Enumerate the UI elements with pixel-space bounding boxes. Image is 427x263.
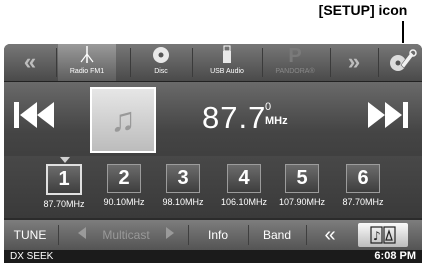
source-usb-label: USB Audio	[210, 68, 244, 75]
source-pandora-button[interactable]: P PANDORA®	[266, 44, 324, 81]
band-button[interactable]: Band	[250, 220, 304, 250]
preset-frequency: 87.70MHz	[43, 199, 85, 209]
source-usb-button[interactable]: USB Audio	[198, 44, 256, 81]
setup-button[interactable]	[380, 44, 422, 81]
preset-number: 2	[107, 164, 141, 193]
source-disc-button[interactable]: Disc	[132, 44, 190, 81]
info-button[interactable]: Info	[190, 220, 246, 250]
seek-previous-button[interactable]	[10, 98, 58, 132]
frequency-unit: MHz	[265, 115, 288, 127]
divider	[58, 225, 59, 245]
source-scroll-right-button[interactable]: »	[334, 44, 374, 81]
preset-2-button[interactable]: 2 90.10MHz	[98, 164, 150, 207]
pandora-icon: P	[288, 45, 302, 67]
multicast-next-icon[interactable]	[160, 220, 180, 250]
source-scroll-left-button[interactable]: «	[10, 44, 50, 81]
divider	[188, 225, 189, 245]
source-radio-button[interactable]: Radio FM1	[58, 44, 116, 81]
preset-4-button[interactable]: 4 106.10MHz	[218, 164, 270, 207]
disc-icon	[132, 44, 190, 66]
music-mode-icon: ♪	[370, 226, 396, 244]
source-radio-label: Radio FM1	[69, 68, 105, 75]
preset-frequency: 106.10MHz	[220, 197, 268, 207]
back-button[interactable]: «	[308, 220, 352, 250]
seek-next-button[interactable]	[364, 98, 412, 132]
preset-frequency: 90.10MHz	[103, 197, 145, 207]
clock-display: 6:08 PM	[374, 250, 416, 262]
head-unit-screen: « Radio FM1 Disc USB Audio P PANDORA® » …	[4, 44, 422, 263]
preset-frequency: 98.10MHz	[162, 197, 204, 207]
preset-number: 1	[46, 164, 82, 195]
source-disc-label: Disc	[154, 68, 168, 75]
skip-previous-icon	[14, 102, 54, 128]
album-art-placeholder: ♫	[90, 87, 156, 153]
frequency-subchannel: 0	[265, 101, 272, 113]
source-bar: « Radio FM1 Disc USB Audio P PANDORA® »	[4, 44, 422, 82]
preset-6-button[interactable]: 6 87.70MHz	[337, 164, 389, 207]
divider	[248, 225, 249, 245]
divider	[262, 48, 263, 77]
skip-next-icon	[368, 102, 408, 128]
tune-button[interactable]: TUNE	[4, 220, 56, 250]
preset-1-button[interactable]: 1 87.70MHz	[38, 164, 90, 209]
preset-number: 5	[285, 164, 319, 193]
preset-number: 6	[346, 164, 380, 193]
multicast-label: Multicast	[102, 228, 150, 242]
divider	[378, 48, 379, 77]
setup-icon-callout: [SETUP] icon	[318, 2, 408, 18]
preset-number: 3	[166, 164, 200, 193]
setup-wrench-disc-icon	[390, 49, 417, 71]
divider	[56, 48, 57, 77]
svg-text:♪: ♪	[373, 229, 381, 243]
function-button-bar: TUNE Multicast Info Band « ♪	[4, 220, 422, 250]
active-preset-indicator	[60, 157, 70, 163]
status-strip: DX SEEK 6:08 PM	[4, 250, 422, 263]
source-pandora-label: PANDORA®	[275, 68, 315, 75]
callout-leader-line	[402, 21, 404, 43]
preset-number: 4	[227, 164, 261, 193]
music-note-icon: ♫	[110, 101, 136, 139]
preset-frequency: 107.90MHz	[278, 197, 326, 207]
divider	[192, 48, 193, 77]
preset-3-button[interactable]: 3 98.10MHz	[157, 164, 209, 207]
antenna-icon	[58, 44, 116, 66]
usb-icon	[198, 44, 256, 66]
multicast-prev-icon[interactable]	[72, 220, 92, 250]
preset-frequency: 87.70MHz	[342, 197, 384, 207]
media-mode-button[interactable]: ♪	[358, 223, 408, 247]
dx-seek-status: DX SEEK	[10, 251, 54, 262]
divider	[330, 48, 331, 77]
divider	[130, 48, 131, 77]
frequency-display: 87.7	[202, 100, 267, 135]
preset-list: 1 87.70MHz 2 90.10MHz 3 98.10MHz 4 106.1…	[4, 156, 422, 218]
divider	[306, 225, 307, 245]
preset-5-button[interactable]: 5 107.90MHz	[276, 164, 328, 207]
